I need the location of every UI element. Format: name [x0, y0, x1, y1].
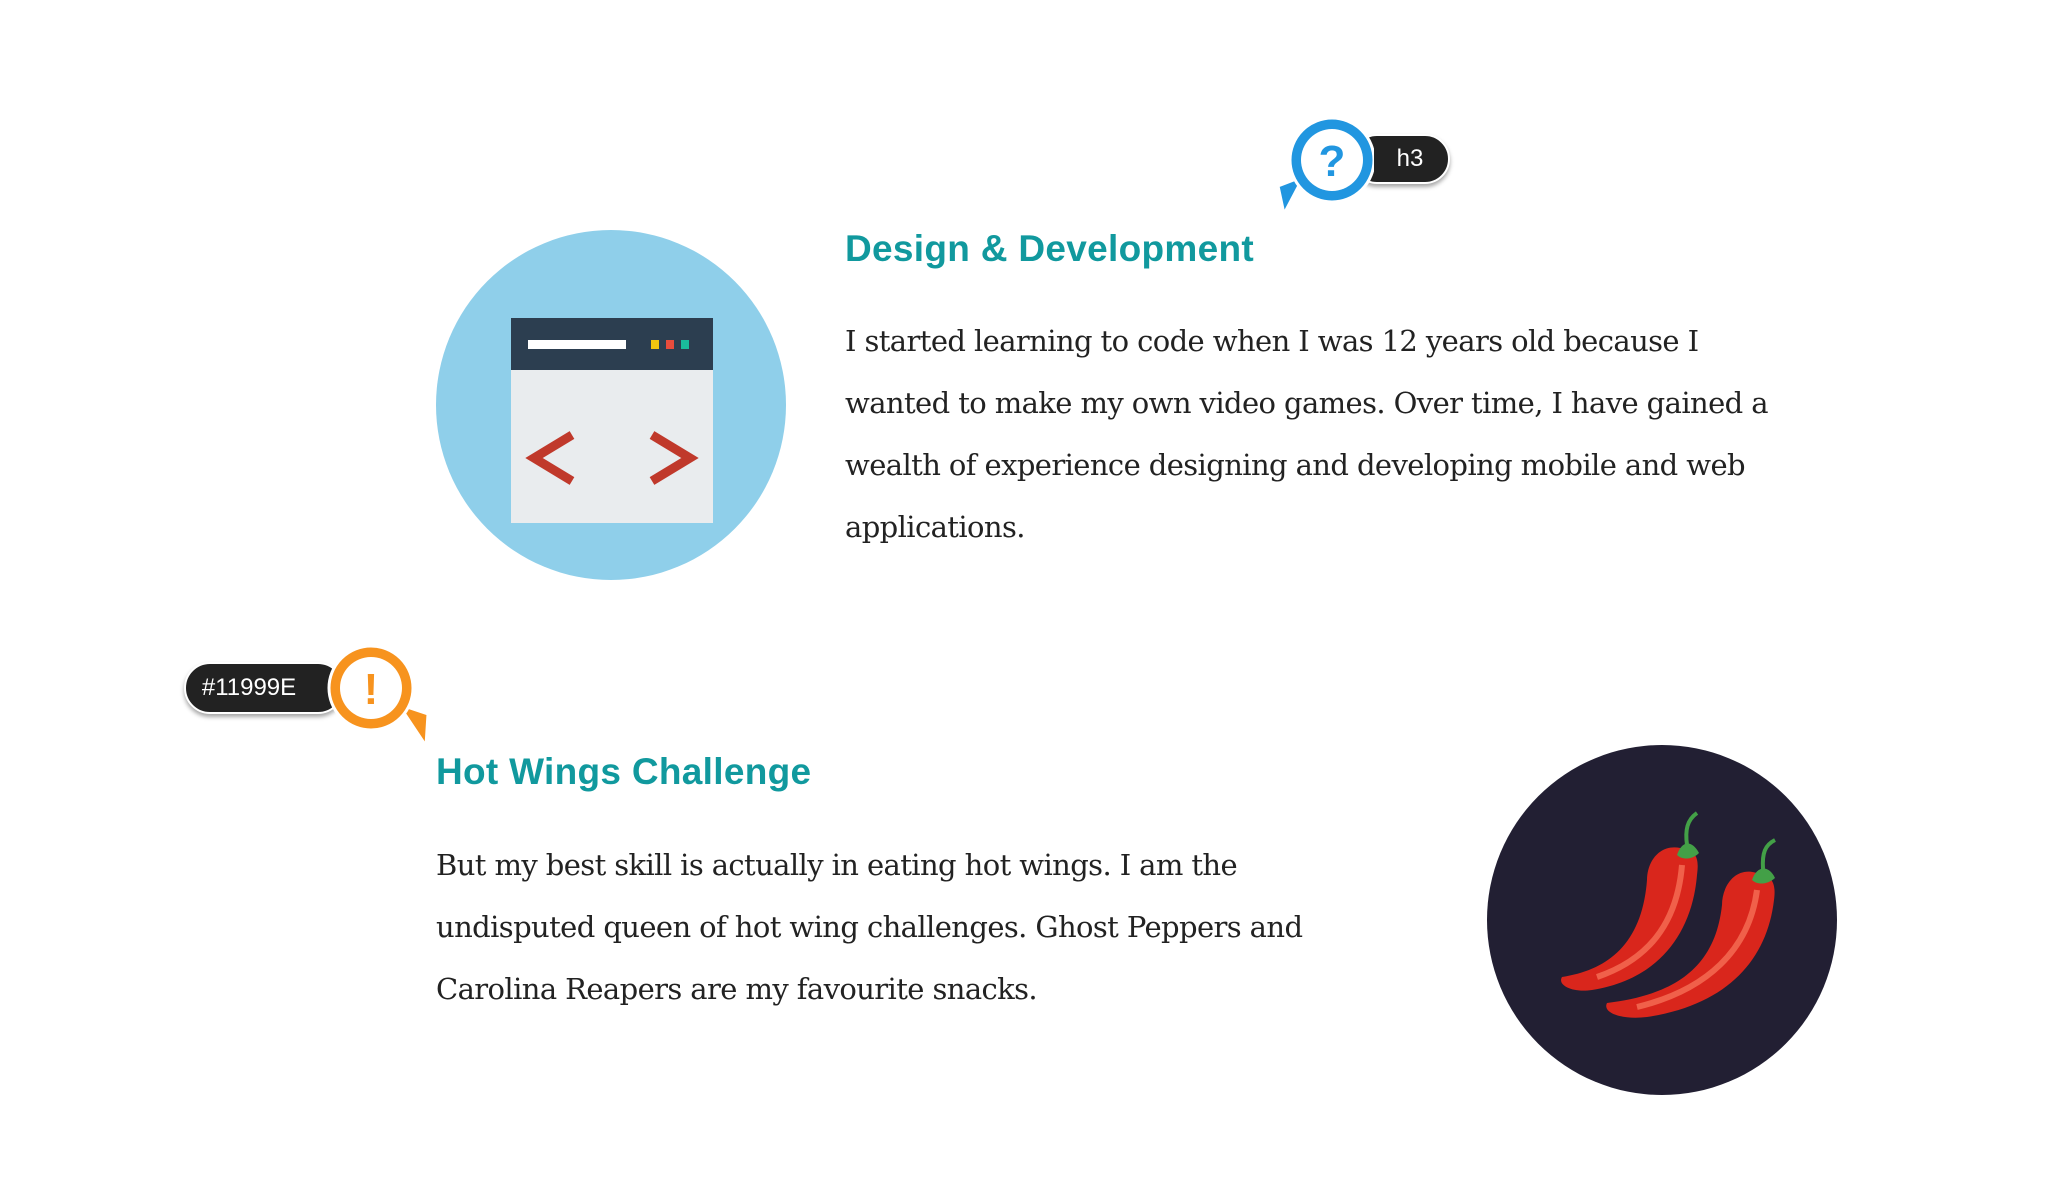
paragraph-line: I started learning to code when I was 12… [845, 324, 1699, 358]
paragraph-line: undisputed queen of hot wing challenges.… [436, 910, 1303, 944]
paragraph-line: Carolina Reapers are my favourite snacks… [436, 972, 1038, 1006]
question-icon: ? [1276, 116, 1376, 219]
section-heading-design: Design & Development [845, 228, 1254, 269]
color-tag-label[interactable]: #11999E [184, 662, 344, 714]
color-annotation-marker[interactable]: ! [322, 644, 432, 754]
svg-text:!: ! [364, 665, 379, 714]
h3-annotation-marker[interactable]: ? [1274, 116, 1376, 226]
chili-peppers-image [1487, 745, 1837, 1095]
section-paragraph-design: I started learning to code when I was 12… [845, 310, 1769, 558]
paragraph-line: But my best skill is actually in eating … [436, 848, 1238, 882]
exclamation-icon: ! [327, 644, 430, 751]
section-heading-hot-wings: Hot Wings Challenge [436, 751, 812, 792]
paragraph-line: wealth of experience designing and devel… [845, 448, 1746, 482]
code-window-icon [436, 230, 786, 580]
section-paragraph-hot-wings: But my best skill is actually in eating … [436, 834, 1303, 1020]
chili-peppers-icon [1487, 745, 1837, 1095]
svg-text:?: ? [1319, 137, 1346, 186]
paragraph-line: applications. [845, 510, 1025, 544]
paragraph-line: wanted to make my own video games. Over … [845, 386, 1769, 420]
code-window-image [436, 230, 786, 580]
